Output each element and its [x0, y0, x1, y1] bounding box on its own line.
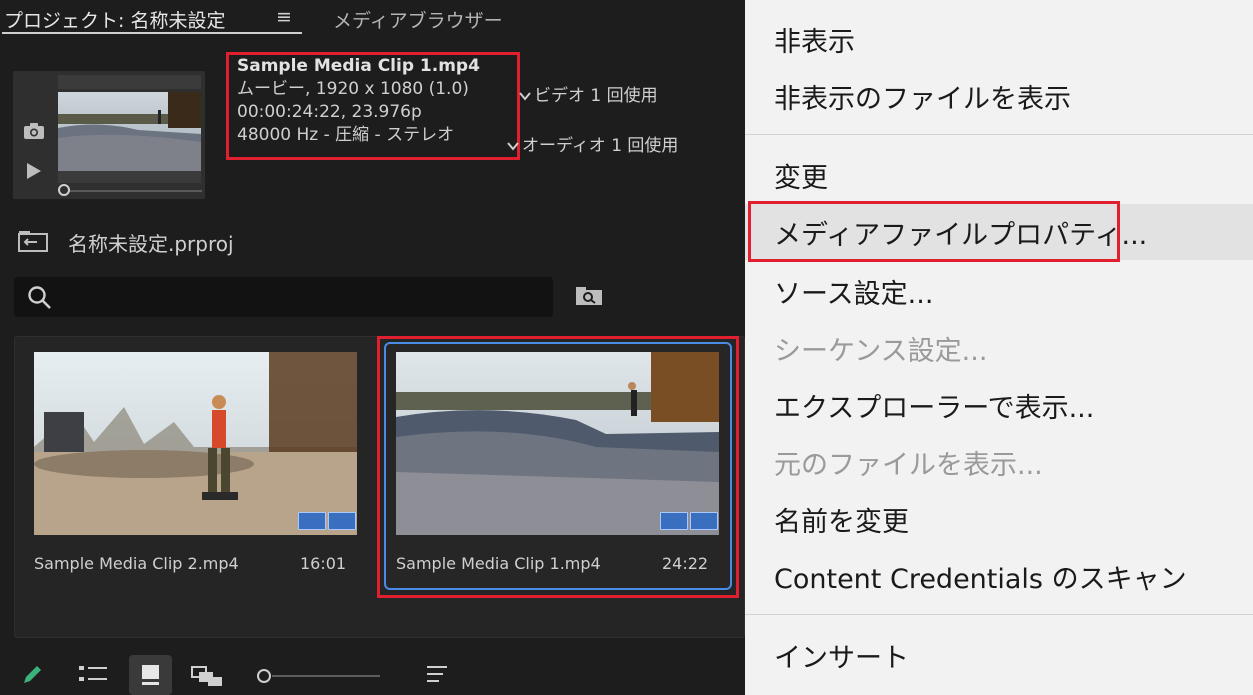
menu-item-content-credentials-scan[interactable]: Content Credentials のスキャン	[774, 557, 1187, 596]
video-badge-icon	[298, 512, 326, 530]
menu-item-show-hidden[interactable]: 非表示のファイルを表示	[774, 77, 1071, 116]
panel-tabs: プロジェクト: 名称未設定 ≡ メディアブラウザー	[0, 0, 745, 36]
project-file-name: 名称未設定.prproj	[68, 232, 234, 256]
video-usage-dropdown[interactable]: ビデオ 1 回使用	[518, 81, 658, 106]
filmstrip-top	[58, 75, 201, 89]
menu-separator	[745, 614, 1253, 615]
audio-badge-icon	[690, 512, 718, 530]
clip-info-audio: 48000 Hz - 圧縮 - ステレオ	[237, 125, 455, 145]
menu-separator	[745, 134, 1253, 135]
clip-thumbnail[interactable]	[34, 352, 357, 535]
video-usage-label: ビデオ 1 回使用	[534, 86, 658, 106]
preview-scrub-track[interactable]	[62, 190, 202, 192]
audio-usage-label: オーディオ 1 回使用	[522, 136, 679, 156]
clip-badges	[660, 512, 718, 530]
zoom-slider-track[interactable]	[272, 675, 380, 677]
clip-name: Sample Media Clip 2.mp4	[34, 554, 239, 573]
video-badge-icon	[660, 512, 688, 530]
menu-item-reveal-in-explorer[interactable]: エクスプローラーで表示...	[774, 386, 1094, 425]
zoom-slider-handle[interactable]	[257, 669, 271, 683]
preview-thumbnail	[58, 92, 201, 180]
play-icon[interactable]	[26, 162, 42, 180]
clip-duration: 16:01	[300, 554, 347, 573]
tab-project[interactable]: プロジェクト: 名称未設定	[4, 6, 225, 33]
clip-name: Sample Media Clip 1.mp4	[396, 554, 601, 573]
pencil-icon[interactable]	[20, 663, 44, 687]
chevron-down-icon	[507, 142, 519, 151]
audio-usage-dropdown[interactable]: オーディオ 1 回使用	[506, 131, 678, 156]
tab-media-browser[interactable]: メディアブラウザー	[333, 6, 503, 33]
sort-icon[interactable]	[425, 664, 449, 684]
panel-bottom-toolbar	[0, 650, 745, 695]
clip-info: Sample Media Clip 1.mp4 ムービー, 1920 x 108…	[237, 55, 480, 147]
icon-view-icon[interactable]	[129, 655, 172, 695]
clip-info-title: Sample Media Clip 1.mp4	[237, 56, 480, 76]
menu-item-modify[interactable]: 変更	[774, 156, 828, 195]
menu-item-source-settings[interactable]: ソース設定...	[774, 272, 933, 311]
clip-badges	[298, 512, 356, 530]
chevron-down-icon	[519, 92, 531, 101]
filmstrip-bottom	[58, 171, 201, 183]
preview-scrub-handle[interactable]	[58, 184, 70, 196]
search-input[interactable]	[14, 277, 553, 317]
menu-item-hide[interactable]: 非表示	[774, 20, 855, 59]
context-menu: 非表示 非表示のファイルを表示 変更 メディアファイルプロパティ... ソース設…	[745, 0, 1253, 695]
preview-area	[13, 71, 205, 199]
audio-badge-icon	[328, 512, 356, 530]
project-folder-icon[interactable]	[18, 230, 48, 252]
clip-thumbnail[interactable]	[396, 352, 719, 535]
camera-icon[interactable]	[23, 122, 45, 140]
active-tab-indicator	[2, 32, 302, 34]
menu-item-rename[interactable]: 名前を変更	[774, 500, 909, 539]
search-icon	[28, 286, 51, 309]
project-panel: プロジェクト: 名称未設定 ≡ メディアブラウザー Sample Media C…	[0, 0, 745, 695]
menu-item-show-original[interactable]: 元のファイルを表示...	[774, 443, 1043, 482]
clip-info-format: ムービー, 1920 x 1080 (1.0)	[237, 79, 469, 99]
menu-annotation-box	[748, 201, 1120, 262]
clip-info-duration: 00:00:24:22, 23.976p	[237, 102, 422, 122]
clip-duration: 24:22	[662, 554, 709, 573]
panel-menu-icon[interactable]: ≡	[276, 6, 292, 28]
find-icon[interactable]	[575, 286, 603, 306]
menu-item-insert[interactable]: インサート	[774, 636, 909, 675]
list-view-icon[interactable]	[78, 663, 108, 685]
freeform-view-icon[interactable]	[190, 663, 224, 687]
menu-item-sequence-settings[interactable]: シーケンス設定...	[774, 329, 987, 368]
